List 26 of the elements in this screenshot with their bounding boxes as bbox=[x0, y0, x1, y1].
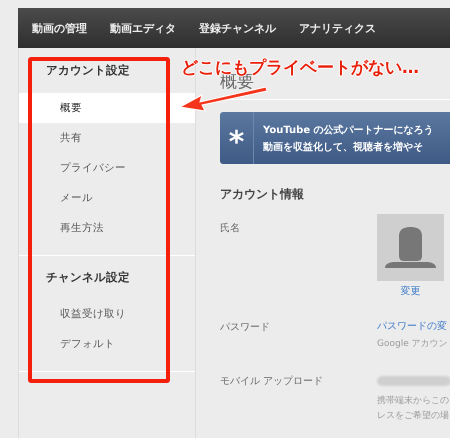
sidebar-item[interactable]: 再生方法 bbox=[19, 213, 195, 243]
sidebar-item[interactable]: デフォルト bbox=[19, 329, 195, 359]
section-heading: チャンネル設定 bbox=[45, 269, 130, 286]
avatar-icon bbox=[377, 214, 444, 281]
note-text: 携帯端末からこの bbox=[377, 394, 450, 407]
sidebar-item[interactable]: メール bbox=[19, 183, 195, 213]
field-label: モバイル アップロード bbox=[220, 374, 324, 388]
field-label: パスワード bbox=[220, 321, 271, 334]
nav-tab[interactable]: アナリティクス bbox=[299, 20, 376, 36]
sidebar-item[interactable]: プライバシー bbox=[19, 153, 195, 183]
note-text: レスをご希望の場 bbox=[377, 410, 450, 422]
banner-text: 動画を収益化して、視聴者を増やそ bbox=[263, 140, 424, 154]
note-text: Google アカウン bbox=[377, 338, 448, 350]
sidebar-item[interactable]: 共有 bbox=[19, 123, 195, 153]
field-label: 氏名 bbox=[220, 222, 241, 235]
partner-banner[interactable]: * YouTube の公式パートナーになろう 動画を収益化して、視聴者を増やそ bbox=[220, 112, 450, 164]
section-heading: アカウント情報 bbox=[220, 186, 305, 203]
sidebar-item[interactable]: 概要 bbox=[19, 93, 195, 123]
section-heading: アカウント設定 bbox=[45, 62, 130, 79]
password-link[interactable]: パスワードの変 bbox=[377, 319, 448, 333]
nav-tab[interactable]: 登録チャンネル bbox=[199, 20, 276, 36]
change-link[interactable]: 変更 bbox=[400, 284, 420, 298]
sidebar-item[interactable]: 収益受け取り bbox=[19, 299, 195, 329]
banner-text: YouTube の公式パートナーになろう bbox=[263, 124, 434, 136]
nav-tab[interactable]: 動画の管理 bbox=[32, 20, 87, 36]
nav-tab[interactable]: 動画エディタ bbox=[110, 20, 176, 36]
